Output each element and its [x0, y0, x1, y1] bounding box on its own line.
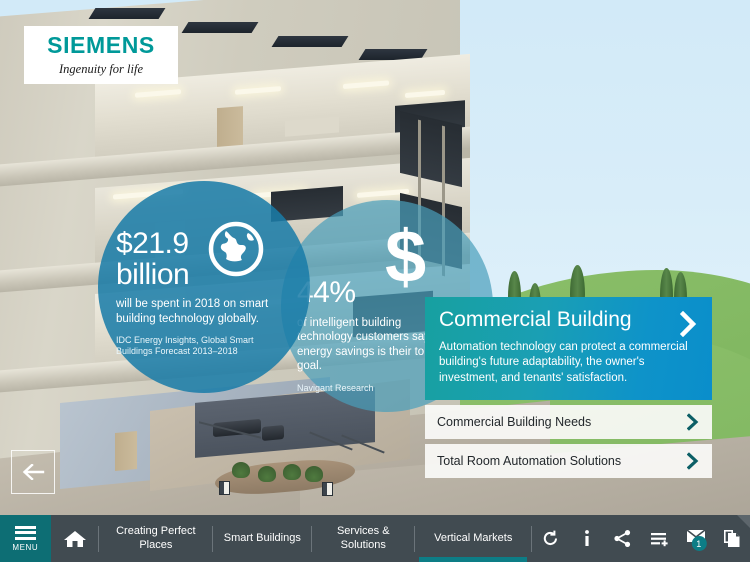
nav-item-vertical-markets[interactable]: Vertical Markets [415, 515, 531, 562]
stat-value-unit: billion [116, 257, 190, 291]
bollard-light [322, 482, 333, 496]
info-panel-header[interactable]: Commercial Building Automation technolog… [425, 297, 712, 400]
panel-row-commercial-building-needs[interactable]: Commercial Building Needs [425, 404, 712, 439]
hamburger-icon [14, 525, 36, 540]
home-button[interactable] [51, 515, 99, 562]
partition [285, 116, 339, 137]
ceiling-light [405, 89, 445, 99]
back-button[interactable] [11, 450, 55, 494]
chevron-right-icon[interactable] [687, 413, 699, 431]
refresh-button[interactable] [532, 515, 568, 562]
roof-louver [88, 8, 166, 19]
info-button[interactable] [568, 515, 604, 562]
ceiling-light [343, 80, 389, 90]
ceiling-light [135, 89, 181, 98]
bottom-toolbar: MENU Creating Perfect Places Smart Build… [0, 515, 750, 562]
siemens-logo: SIEMENS Ingenuity for life [24, 26, 178, 84]
shrub [232, 462, 250, 478]
home-icon [63, 530, 86, 547]
arrow-left-icon [22, 464, 45, 480]
lobby-sofa [262, 425, 284, 441]
corner-marker-icon [736, 515, 750, 528]
bollard-light [219, 481, 230, 495]
stat-source: IDC Energy Insights, Global Smart Buildi… [116, 335, 254, 357]
ceiling-light [235, 86, 281, 95]
share-icon [614, 530, 631, 547]
nav-item-label: Smart Buildings [223, 531, 301, 544]
stat-value: $21.9 [116, 227, 189, 260]
chevron-right-icon[interactable] [687, 452, 699, 470]
playlist-add-icon [650, 532, 668, 546]
shrub [305, 466, 323, 482]
nav-item-label: Vertical Markets [434, 531, 513, 544]
app-root: SIEMENS Ingenuity for life $ 44% of inte… [0, 0, 750, 562]
info-panel: Commercial Building Automation technolog… [425, 297, 712, 478]
panel-row-label: Commercial Building Needs [437, 414, 592, 429]
roof-louver [181, 22, 259, 33]
nav-item-services-solutions[interactable]: Services & Solutions [312, 515, 414, 562]
share-button[interactable] [605, 515, 641, 562]
lobby-door [115, 431, 137, 471]
stat-description: will be spent in 2018 on smart building … [116, 298, 269, 325]
mail-badge: 1 [691, 536, 707, 551]
chevron-right-icon[interactable] [680, 311, 698, 337]
info-panel-body: Automation technology can protect a comm… [439, 341, 688, 384]
panel-row-total-room-automation-solutions[interactable]: Total Room Automation Solutions [425, 443, 712, 478]
roof-louver [271, 36, 349, 47]
nav-item-smart-buildings[interactable]: Smart Buildings [213, 515, 311, 562]
menu-button[interactable]: MENU [0, 515, 51, 562]
copy-document-button[interactable] [714, 515, 750, 562]
nav-item-label: Creating Perfect Places [116, 525, 196, 551]
brand-claim: Ingenuity for life [58, 62, 143, 77]
mail-button[interactable]: 1 [677, 515, 713, 562]
copy-document-icon [723, 529, 740, 547]
shrub [258, 466, 276, 482]
stat-bubble-spend: $21.9 billion will be spent in 2018 on s… [98, 181, 310, 393]
refresh-icon [543, 530, 557, 546]
panel-row-label: Total Room Automation Solutions [437, 453, 622, 468]
playlist-add-button[interactable] [641, 515, 677, 562]
menu-label: MENU [12, 542, 39, 552]
shrub [283, 464, 301, 480]
brand-name: SIEMENS [47, 32, 155, 59]
nav-item-label: Services & Solutions [336, 525, 390, 551]
info-icon [584, 530, 589, 546]
nav-item-creating-perfect-places[interactable]: Creating Perfect Places [99, 515, 212, 562]
info-panel-title: Commercial Building [439, 308, 632, 331]
